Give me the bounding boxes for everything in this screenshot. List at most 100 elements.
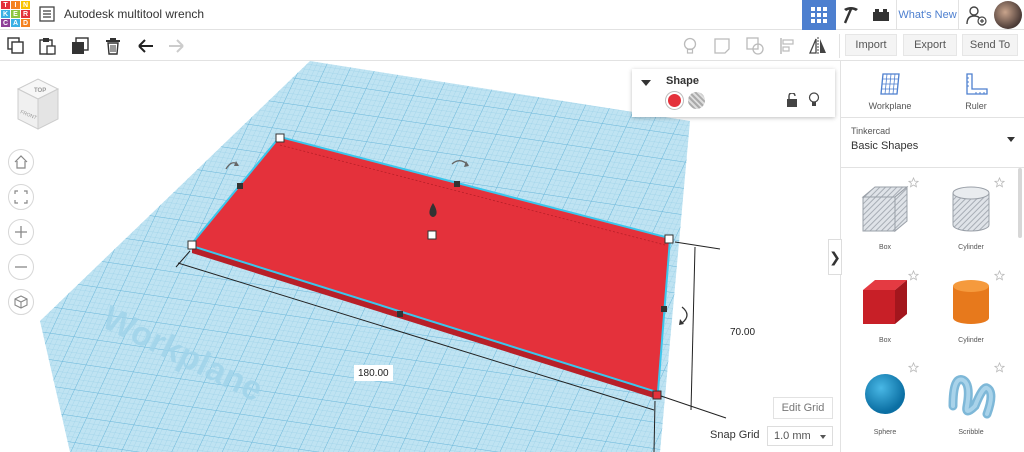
copy-icon <box>7 37 24 54</box>
library-name: Basic Shapes <box>851 140 919 152</box>
invite-user-button[interactable] <box>958 0 992 30</box>
undo-button[interactable] <box>136 36 156 56</box>
edge-handle[interactable] <box>397 311 403 317</box>
delete-button[interactable] <box>103 36 123 56</box>
logo-letter: R <box>21 10 30 18</box>
tinkercad-logo[interactable]: TIN KER CAD <box>1 1 31 27</box>
lightbulb-icon[interactable] <box>808 92 820 107</box>
design-list-icon[interactable] <box>39 6 55 22</box>
edge-handle[interactable] <box>661 306 667 312</box>
minecraft-view-button[interactable] <box>836 0 866 30</box>
shape-library-dropdown[interactable]: Tinkercad Basic Shapes <box>845 121 1021 161</box>
hole-swatch[interactable] <box>688 92 705 109</box>
edge-handle[interactable] <box>237 183 243 189</box>
mirror-icon <box>809 37 826 55</box>
ruler-tool[interactable]: Ruler <box>941 69 1011 115</box>
show-all-button[interactable] <box>680 36 700 56</box>
shape-name: Box <box>878 244 892 251</box>
shape-thumbnail <box>943 274 999 335</box>
document-title[interactable]: Autodesk multitool wrench <box>64 7 204 21</box>
shape-card-box[interactable]: Box <box>845 173 925 263</box>
chevron-right-icon: ❯ <box>829 248 841 265</box>
workplane-icon <box>880 73 900 95</box>
mirror-button[interactable] <box>808 36 828 56</box>
group-icon <box>746 37 764 55</box>
shape-name: Sphere <box>873 429 897 436</box>
width-dimension[interactable]: 70.00 <box>726 324 760 340</box>
logo-letter: I <box>11 1 20 9</box>
grid-icon <box>811 7 827 23</box>
corner-handle[interactable] <box>664 234 674 244</box>
home-icon <box>14 155 28 169</box>
favorite-star-icon[interactable] <box>908 177 919 188</box>
3d-design-view-button[interactable] <box>802 0 836 30</box>
edit-toolbar: Import Export Send To <box>0 30 1024 61</box>
top-bar: TIN KER CAD Autodesk multitool wrench What… <box>0 0 1024 30</box>
home-view-button[interactable] <box>8 149 34 175</box>
design-viewport[interactable]: Workplane TOP FRONT 70.00 180.00 <box>0 61 840 452</box>
lego-brick-view-button[interactable] <box>866 0 896 30</box>
snap-grid-select[interactable]: 1.0 mm <box>767 426 833 446</box>
zoom-out-button[interactable] <box>8 254 34 280</box>
ruler-icon <box>966 73 988 95</box>
edge-handle[interactable] <box>454 181 460 187</box>
shape-card-box[interactable]: Box <box>845 266 925 356</box>
shape-card-sphere[interactable]: Sphere <box>845 358 925 448</box>
shape-thumbnail <box>857 366 913 427</box>
favorite-star-icon[interactable] <box>994 362 1005 373</box>
view-cube[interactable]: TOP FRONT <box>12 75 68 135</box>
rotate-handle[interactable] <box>681 306 688 324</box>
shape-inspector: Shape <box>632 69 835 117</box>
duplicate-button[interactable] <box>70 36 90 56</box>
height-handle[interactable] <box>427 230 437 240</box>
redo-button[interactable] <box>166 36 186 56</box>
shape-thumbnail <box>857 274 913 335</box>
shape-card-cylinder[interactable]: Cylinder <box>931 173 1011 263</box>
logo-letter: N <box>21 1 30 9</box>
corner-handle[interactable] <box>187 240 197 250</box>
shape-card-cylinder[interactable]: Cylinder <box>931 266 1011 356</box>
perspective-button[interactable] <box>8 289 34 315</box>
export-button[interactable]: Export <box>903 34 957 56</box>
workplane-scene[interactable]: Workplane <box>0 61 840 452</box>
corner-handle[interactable] <box>275 133 285 143</box>
chevron-down-icon <box>820 435 826 439</box>
group-button[interactable] <box>745 36 765 56</box>
logo-letter: D <box>21 19 30 27</box>
zoom-in-button[interactable] <box>8 219 34 245</box>
trash-icon <box>106 38 120 55</box>
favorite-star-icon[interactable] <box>908 270 919 281</box>
collapse-panel-button[interactable]: ❯ <box>828 239 842 275</box>
collapse-caret-icon[interactable] <box>641 80 651 86</box>
paste-button[interactable] <box>37 36 57 56</box>
shape-thumbnail <box>943 366 999 427</box>
corner-handle[interactable] <box>652 390 662 400</box>
logo-letter: K <box>1 10 10 18</box>
brick-icon <box>873 9 889 21</box>
favorite-star-icon[interactable] <box>994 270 1005 281</box>
cube-icon <box>14 295 28 309</box>
panel-scrollbar[interactable] <box>1018 168 1022 238</box>
profile-menu[interactable] <box>992 0 1024 30</box>
align-button[interactable] <box>778 36 798 56</box>
copy-button[interactable] <box>6 36 26 56</box>
edit-grid-button[interactable]: Edit Grid <box>773 397 833 419</box>
favorite-star-icon[interactable] <box>908 362 919 373</box>
import-button[interactable]: Import <box>845 34 897 56</box>
workplane-tool[interactable]: Workplane <box>855 69 925 115</box>
notes-button[interactable] <box>712 36 732 56</box>
favorite-star-icon[interactable] <box>994 177 1005 188</box>
unlock-icon[interactable] <box>786 92 798 107</box>
fit-view-button[interactable] <box>8 184 34 210</box>
length-dimension[interactable]: 180.00 <box>354 365 393 381</box>
send-to-button[interactable]: Send To <box>962 34 1018 56</box>
logo-letter: A <box>11 19 20 27</box>
shape-name: Scribble <box>958 429 984 436</box>
shape-thumbnail <box>857 181 913 242</box>
avatar[interactable] <box>994 1 1022 29</box>
shape-card-scribble[interactable]: Scribble <box>931 358 1011 448</box>
solid-color-swatch[interactable] <box>666 92 683 109</box>
whats-new-link[interactable]: What's New <box>896 0 958 30</box>
shapes-panel: Workplane Ruler Tinkercad Basic Shapes B… <box>840 61 1024 452</box>
shape-thumbnail <box>943 181 999 242</box>
